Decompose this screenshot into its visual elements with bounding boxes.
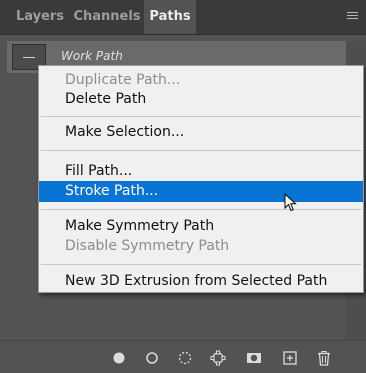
menu-item-make-symmetry-path[interactable]: Make Symmetry Path bbox=[39, 216, 363, 237]
context-menu: Duplicate Path... Delete Path Make Selec… bbox=[38, 65, 364, 293]
path-name: Work Path bbox=[61, 49, 123, 63]
paths-panel: Layers Channels Paths Work Path Duplicat… bbox=[0, 0, 366, 373]
menu-item-fill-path[interactable]: Fill Path... bbox=[39, 161, 363, 182]
delete-path-icon[interactable] bbox=[316, 350, 332, 366]
menu-item-new-3d-extrusion[interactable]: New 3D Extrusion from Selected Path bbox=[39, 271, 363, 292]
menu-separator bbox=[41, 264, 361, 265]
menu-item-make-selection[interactable]: Make Selection... bbox=[39, 122, 363, 143]
panel-menu-icon[interactable] bbox=[347, 12, 358, 21]
menu-separator bbox=[41, 116, 361, 117]
stroke-path-icon[interactable] bbox=[144, 350, 160, 366]
fill-path-icon[interactable] bbox=[111, 350, 127, 366]
menu-separator bbox=[41, 150, 361, 151]
menu-item-stroke-path[interactable]: Stroke Path... bbox=[39, 181, 363, 202]
load-selection-icon[interactable] bbox=[177, 350, 193, 366]
bottom-toolbar bbox=[0, 340, 366, 373]
tab-layers[interactable]: Layers bbox=[10, 0, 70, 34]
add-mask-icon[interactable] bbox=[246, 350, 262, 366]
menu-item-disable-symmetry-path: Disable Symmetry Path bbox=[65, 238, 230, 254]
mouse-cursor-icon bbox=[284, 193, 297, 212]
tab-paths[interactable]: Paths bbox=[144, 0, 196, 34]
menu-separator bbox=[41, 209, 361, 210]
menu-item-duplicate-path: Duplicate Path... bbox=[65, 72, 181, 88]
new-path-icon[interactable] bbox=[282, 350, 298, 366]
menu-item-delete-path[interactable]: Delete Path bbox=[39, 89, 363, 110]
tab-channels[interactable]: Channels bbox=[70, 0, 144, 34]
make-work-path-icon[interactable] bbox=[210, 350, 226, 366]
panel-tab-bar: Layers Channels Paths bbox=[0, 0, 366, 35]
